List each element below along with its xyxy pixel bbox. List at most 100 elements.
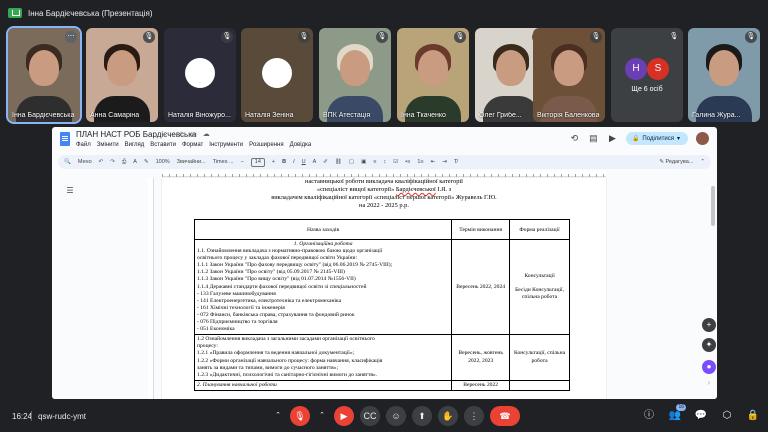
link-icon[interactable]: ⛓ bbox=[335, 159, 342, 165]
participant-name: Інна Ткаченко bbox=[401, 112, 446, 119]
document-page[interactable]: наставницької роботи викладача кваліфіка… bbox=[162, 178, 606, 399]
menu-extensions[interactable]: Розширення bbox=[249, 142, 283, 148]
menu-insert[interactable]: Вставити bbox=[150, 142, 176, 148]
lock-icon: 🔒 bbox=[631, 136, 640, 142]
image-icon[interactable]: ▣ bbox=[361, 159, 366, 165]
star-move-cloud-icons[interactable]: ☆ ▭ ☁ bbox=[178, 130, 212, 138]
participant-tile[interactable]: 🎙 Наталія Зеніна bbox=[241, 28, 313, 122]
mic-muted-icon: 🎙 bbox=[668, 31, 680, 43]
highlight-icon[interactable]: ✐ bbox=[323, 159, 328, 165]
add-icon[interactable]: + bbox=[702, 318, 716, 332]
menu-view[interactable]: Вигляд bbox=[125, 142, 145, 148]
checklist-icon[interactable]: ☑ bbox=[393, 159, 398, 165]
vertical-ruler[interactable] bbox=[148, 178, 154, 399]
print-icon[interactable]: ⎙ bbox=[122, 159, 126, 166]
bullets-icon[interactable]: •≡ bbox=[405, 159, 410, 165]
share-label: Поділитися bbox=[642, 135, 674, 142]
row2-form: Консультації, спільна робота bbox=[509, 334, 570, 381]
raise-hand-icon[interactable]: ✋ bbox=[438, 406, 458, 426]
menu-edit[interactable]: Змінити bbox=[97, 142, 119, 148]
explore-icon[interactable]: ✦ bbox=[702, 338, 716, 352]
camera-off-icon[interactable]: ▶ bbox=[334, 406, 354, 426]
participant-tile[interactable]: 🎙 ВПК Атестація bbox=[319, 28, 391, 122]
main-controls: ⌃ 🎙 ⌃ ▶ CC ☺ ⬆ ✋ ⋮ ☎ bbox=[272, 406, 520, 426]
participant-tile[interactable]: 🎙 Анна Самаріна bbox=[86, 28, 158, 122]
outdent-icon[interactable]: ⇥ bbox=[442, 159, 447, 165]
outline-icon[interactable]: ☰ bbox=[64, 186, 76, 196]
menu-file[interactable]: Файл bbox=[76, 142, 91, 148]
menu-help[interactable]: Довідка bbox=[290, 142, 312, 148]
text-color-icon[interactable]: A bbox=[313, 159, 317, 165]
horizontal-ruler[interactable] bbox=[162, 171, 606, 177]
top-bar: Інна Бардієчевська (Презентація) bbox=[0, 0, 768, 26]
redo-icon[interactable]: ↷ bbox=[110, 159, 115, 165]
shared-document[interactable]: ПЛАН НАСТ РОБ Бардієчевська ☆ ▭ ☁ Файл З… bbox=[52, 127, 717, 399]
info-icon[interactable]: ⓘ bbox=[642, 409, 656, 423]
zoom-select[interactable]: 100% bbox=[156, 159, 170, 165]
participant-tile[interactable]: 🎙 Наталія Віножуро... bbox=[164, 28, 236, 122]
participant-name: Вікторія Баленкова bbox=[537, 112, 600, 119]
font-select[interactable]: Times ... bbox=[213, 159, 234, 165]
comment-add-icon[interactable]: ▢ bbox=[349, 159, 354, 165]
participant-face bbox=[496, 50, 526, 86]
menu-format[interactable]: Формат bbox=[182, 142, 203, 148]
camera-options-icon[interactable]: ⌃ bbox=[316, 406, 328, 426]
search-menus-icon[interactable]: 🔍 bbox=[64, 159, 71, 165]
chevron-down-icon: ▾ bbox=[676, 136, 680, 142]
more-options-icon[interactable]: ⋯ bbox=[65, 31, 77, 43]
history-icon[interactable]: ⟲ bbox=[569, 133, 580, 144]
font-size-input[interactable]: 14 bbox=[250, 157, 265, 167]
share-button[interactable]: 🔒 Поділитися ▾ bbox=[625, 132, 688, 145]
activities-icon[interactable]: ⬡ bbox=[720, 409, 734, 423]
side-chevron-icon[interactable]: › bbox=[702, 376, 716, 390]
avatar[interactable] bbox=[696, 132, 709, 145]
mic-muted-icon: 🎙 bbox=[143, 31, 155, 43]
host-controls-icon[interactable]: 🔒 bbox=[746, 409, 760, 423]
presentation-icon bbox=[8, 8, 22, 18]
assistant-icon[interactable]: ● bbox=[702, 360, 716, 374]
mic-muted-icon: 🎙 bbox=[454, 31, 466, 43]
undo-icon[interactable]: ↶ bbox=[99, 159, 104, 165]
participant-tile[interactable]: 🎙 Вікторія Баленкова bbox=[533, 28, 605, 122]
docs-logo-icon[interactable] bbox=[60, 132, 70, 146]
header-activities: Назва заходів bbox=[193, 219, 453, 240]
meet-icon[interactable]: ▶ bbox=[607, 133, 618, 144]
bold-icon[interactable]: B bbox=[282, 159, 286, 165]
participant-tile[interactable]: 🎙 Галина Жура... bbox=[688, 28, 760, 122]
more-people-tile[interactable]: H S Ще 6 осіб 🎙 bbox=[611, 28, 683, 122]
participant-tile[interactable]: ⋯ Інна Бардієчевська bbox=[6, 26, 82, 124]
style-select[interactable]: Звичайни... bbox=[177, 159, 206, 165]
numbered-list-icon[interactable]: 1≡ bbox=[417, 159, 423, 165]
menu-tools[interactable]: Інструменти bbox=[209, 142, 243, 148]
people-icon[interactable]: 👥 16 bbox=[668, 404, 686, 423]
font-size-minus[interactable]: − bbox=[241, 159, 244, 165]
mic-muted-icon: 🎙 bbox=[221, 31, 233, 43]
mode-label[interactable]: Мено bbox=[78, 159, 92, 165]
captions-icon[interactable]: CC bbox=[360, 406, 380, 426]
clear-format-icon[interactable]: T̸ bbox=[454, 159, 457, 165]
participant-name: Інна Бардієчевська bbox=[12, 112, 75, 119]
present-icon[interactable]: ⬆ bbox=[412, 406, 432, 426]
row1-form-2: Бесіди Консультації, спільна робота bbox=[515, 286, 565, 300]
participant-name: Галина Жура... bbox=[692, 112, 741, 119]
italic-icon[interactable]: I bbox=[293, 159, 295, 165]
emoji-icon[interactable]: ☺ bbox=[386, 406, 406, 426]
scrollbar[interactable] bbox=[711, 186, 715, 226]
leave-call-button[interactable]: ☎ bbox=[490, 406, 520, 426]
indent-icon[interactable]: ⇤ bbox=[431, 159, 436, 165]
mic-off-icon[interactable]: 🎙 bbox=[290, 406, 310, 426]
collapse-menus-icon[interactable]: ⌃ bbox=[700, 159, 705, 165]
mic-options-icon[interactable]: ⌃ bbox=[272, 406, 284, 426]
font-size-plus[interactable]: + bbox=[272, 159, 275, 165]
paint-format-icon[interactable]: ✎ bbox=[144, 159, 149, 165]
line-spacing-icon[interactable]: ↕ bbox=[384, 159, 387, 165]
spellcheck-icon[interactable]: A bbox=[133, 159, 137, 165]
comment-icon[interactable]: ▤ bbox=[588, 133, 599, 144]
participant-tile[interactable]: 🎙 Інна Ткаченко bbox=[397, 28, 469, 122]
edit-mode-select[interactable]: ✎ Редагува... bbox=[659, 159, 693, 165]
participant-face bbox=[418, 50, 448, 86]
chat-icon[interactable]: 💬 bbox=[694, 409, 708, 423]
underline-icon[interactable]: U bbox=[302, 159, 306, 165]
align-icon[interactable]: ≡ bbox=[373, 159, 376, 165]
more-options-icon[interactable]: ⋮ bbox=[464, 406, 484, 426]
